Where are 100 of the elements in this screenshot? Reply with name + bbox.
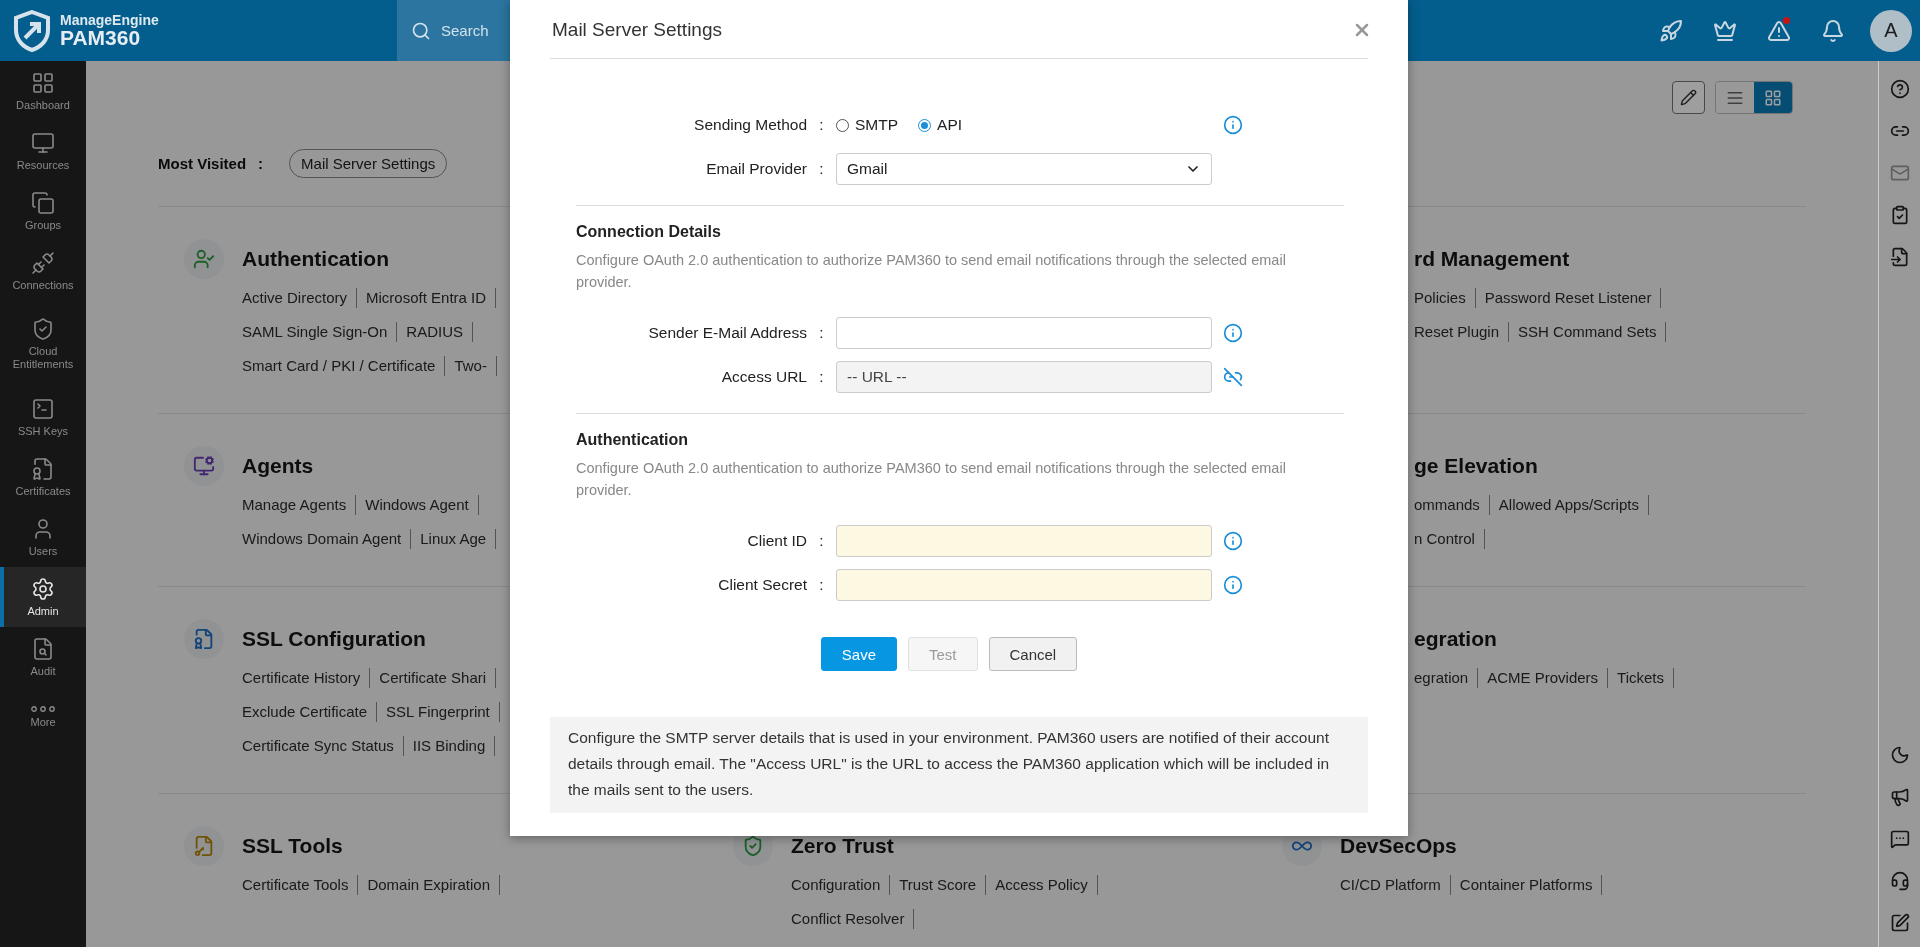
input-field[interactable] <box>836 317 1212 349</box>
chat-icon[interactable] <box>1889 829 1910 849</box>
settings-link[interactable]: Domain Expiration <box>358 875 500 895</box>
section-title: ge Elevation <box>1414 453 1539 479</box>
info-icon[interactable] <box>1223 531 1243 551</box>
settings-link[interactable]: RADIUS <box>397 322 474 342</box>
info-icon[interactable] <box>1223 575 1243 595</box>
crown-icon[interactable] <box>1713 18 1737 43</box>
settings-link[interactable]: Policies <box>1414 288 1476 308</box>
settings-link[interactable]: Conflict Resolver <box>791 909 915 929</box>
cancel-button[interactable]: Cancel <box>988 637 1078 671</box>
feedback-icon[interactable] <box>1889 913 1910 933</box>
settings-link[interactable]: Container Platforms <box>1450 875 1603 895</box>
radio-option[interactable]: API <box>918 116 963 134</box>
section-description: Configure OAuth 2.0 authentication to authorize PAM360 to send email notifications through the selected email provider. <box>576 251 1287 292</box>
info-icon[interactable] <box>1223 323 1243 343</box>
edit-button[interactable] <box>1672 81 1705 114</box>
field-label: Sending Method <box>693 116 807 134</box>
settings-link[interactable]: SAML Single Sign-On <box>242 322 398 342</box>
nav-item[interactable]: Certificates <box>0 447 86 507</box>
moon-icon[interactable] <box>1889 745 1910 765</box>
settings-link[interactable]: Certificate Shari <box>370 668 497 688</box>
search-field[interactable]: Search <box>397 0 510 61</box>
certificate-icon <box>184 619 224 659</box>
settings-link[interactable]: Tickets <box>1608 668 1675 688</box>
settings-link[interactable]: SSL Fingerprint <box>377 702 500 722</box>
nav-item[interactable]: More <box>0 687 86 747</box>
grid-icon <box>1764 88 1782 107</box>
provider-dropdown[interactable]: Gmail <box>836 153 1212 185</box>
settings-link[interactable]: Active Directory <box>242 288 358 308</box>
nav-item[interactable]: Resources <box>0 121 86 181</box>
settings-link[interactable]: egration <box>1414 668 1479 688</box>
section-title: DevSecOps <box>1340 833 1458 859</box>
info-icon[interactable] <box>1223 115 1243 135</box>
headset-icon[interactable] <box>1889 871 1910 891</box>
nav-item[interactable]: Connections <box>0 241 86 301</box>
settings-link[interactable]: Windows Agent <box>356 495 479 515</box>
nav-item[interactable]: Groups <box>0 181 86 241</box>
label-separator: : <box>818 532 825 550</box>
settings-link[interactable]: Certificate Sync Status <box>242 736 404 756</box>
label-separator: : <box>258 155 264 172</box>
settings-link[interactable]: Manage Agents <box>242 495 357 515</box>
settings-link[interactable]: ommands <box>1414 495 1490 515</box>
url-field[interactable]: -- URL -- <box>836 361 1212 393</box>
help-icon[interactable] <box>1889 79 1910 99</box>
nav-item[interactable]: Users <box>0 507 86 567</box>
nav-item[interactable]: Cloud Entitlements <box>0 301 86 387</box>
settings-link[interactable]: ACME Providers <box>1478 668 1609 688</box>
dashboard-icon <box>31 70 55 95</box>
settings-link[interactable]: Microsoft Entra ID <box>357 288 497 308</box>
most-visited-label: Most Visited <box>158 155 247 172</box>
settings-link[interactable]: Certificate Tools <box>242 875 359 895</box>
user-avatar[interactable]: A <box>1870 9 1912 52</box>
settings-link[interactable]: Windows Domain Agent <box>242 529 412 549</box>
settings-icon <box>31 576 55 601</box>
settings-link[interactable]: IIS Binding <box>403 736 496 756</box>
save-button[interactable]: Save <box>820 637 897 671</box>
settings-link[interactable]: SSH Command Sets <box>1509 322 1667 342</box>
field-label: Sender E-Mail Address <box>647 324 807 342</box>
bell-icon[interactable] <box>1821 18 1845 43</box>
nav-item[interactable]: Audit <box>0 627 86 687</box>
terminal-icon <box>31 396 55 421</box>
label-separator: : <box>818 160 825 178</box>
input-field[interactable] <box>836 525 1212 557</box>
settings-link[interactable]: n Control <box>1414 529 1485 549</box>
unlink-icon[interactable] <box>1223 367 1243 387</box>
monitor-gear-icon <box>184 446 224 486</box>
pencil-icon <box>1680 89 1697 106</box>
unplugged-icon <box>31 250 55 275</box>
settings-link[interactable]: Reset Plugin <box>1414 322 1510 342</box>
field-label: Client Secret <box>717 576 807 594</box>
rocket-icon[interactable] <box>1659 18 1683 43</box>
radio-option[interactable]: SMTP <box>836 116 899 134</box>
settings-link[interactable]: Allowed Apps/Scripts <box>1489 495 1649 515</box>
settings-link[interactable]: Linux Age <box>411 529 497 549</box>
label-separator: : <box>818 116 825 134</box>
nav-item[interactable]: Admin <box>0 567 86 627</box>
section-heading: Connection Details <box>576 223 722 241</box>
nav-item[interactable]: Dashboard <box>0 61 86 121</box>
settings-link[interactable]: Two- <box>445 356 497 376</box>
settings-link[interactable]: Trust Score <box>890 875 987 895</box>
nav-item[interactable]: SSH Keys <box>0 387 86 447</box>
settings-link[interactable]: Password Reset Listener <box>1475 288 1662 308</box>
section-title: Authentication <box>242 246 390 272</box>
settings-link[interactable]: Access Policy <box>986 875 1098 895</box>
section-title: SSL Tools <box>242 833 344 859</box>
settings-link[interactable]: Smart Card / PKI / Certificate <box>242 356 446 376</box>
brand-name: ManageEngine <box>60 13 159 27</box>
grid-view-button[interactable] <box>1754 82 1792 113</box>
settings-link[interactable]: Configuration <box>791 875 891 895</box>
alert-icon[interactable] <box>1767 18 1791 43</box>
section-heading: Authentication <box>576 431 689 449</box>
megaphone-icon[interactable] <box>1889 787 1910 807</box>
input-field[interactable] <box>836 569 1212 601</box>
import-icon[interactable] <box>1889 247 1910 267</box>
settings-link[interactable]: CI/CD Platform <box>1340 875 1451 895</box>
shield-icon <box>31 317 55 342</box>
section-title: egration <box>1414 626 1498 652</box>
settings-link[interactable]: Exclude Certificate <box>242 702 378 722</box>
settings-link[interactable]: Certificate History <box>242 668 371 688</box>
